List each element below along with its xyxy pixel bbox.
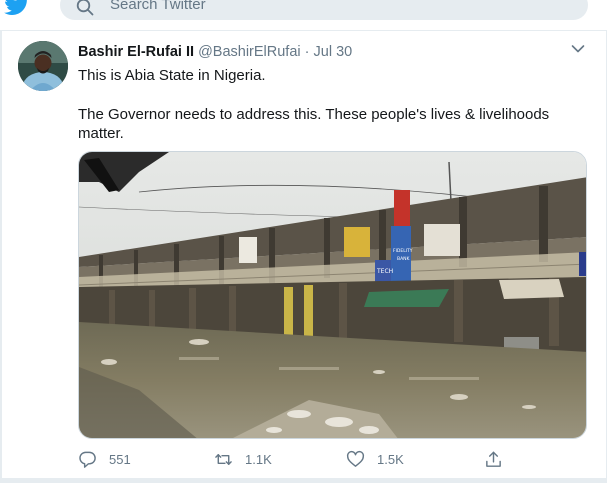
tweet-header: Bashir El-Rufai II @BashirElRufai · Jul … — [78, 43, 352, 61]
retweet-count: 1.1K — [245, 451, 272, 467]
divider — [0, 478, 607, 483]
author-handle[interactable]: @BashirElRufai — [198, 44, 301, 60]
tweet-text: This is Abia State in Nigeria. The Gover… — [78, 66, 578, 144]
like-count: 1.5K — [377, 451, 404, 467]
author-name[interactable]: Bashir El-Rufai II — [78, 44, 194, 60]
search-input[interactable]: Search Twitter — [60, 0, 588, 20]
top-bar: Search Twitter — [0, 0, 607, 30]
tweet-text-line: The Governor needs to address this. Thes… — [78, 105, 550, 143]
search-placeholder: Search Twitter — [110, 0, 206, 13]
twitter-bird-icon[interactable] — [4, 0, 30, 16]
reply-icon — [79, 451, 96, 468]
search-icon — [76, 0, 94, 16]
share-icon — [486, 451, 501, 467]
reply-button[interactable]: 551 — [78, 448, 131, 470]
sign-text: FIDELITY — [393, 248, 413, 254]
divider — [0, 30, 607, 31]
separator: · — [304, 44, 310, 60]
sign-text: TECH — [376, 268, 393, 275]
retweet-icon — [215, 453, 232, 465]
like-button[interactable]: 1.5K — [346, 448, 404, 470]
reply-count: 551 — [109, 451, 131, 467]
column-border — [0, 30, 2, 483]
tweet-photo[interactable]: TECH FIDELITY BANK — [78, 151, 587, 439]
chevron-down-icon[interactable] — [571, 44, 585, 54]
retweet-button[interactable]: 1.1K — [214, 448, 272, 470]
tweet-actions: 551 1.1K 1.5K — [78, 448, 508, 470]
flooded-market-photo: TECH FIDELITY BANK — [79, 152, 586, 438]
tweet-text-line: This is Abia State in Nigeria. — [78, 67, 266, 84]
share-button[interactable] — [484, 448, 503, 470]
sign-text: BANK — [397, 256, 411, 262]
heart-icon — [346, 450, 365, 467]
tweet-date[interactable]: Jul 30 — [314, 44, 353, 60]
avatar-photo — [18, 41, 68, 91]
avatar[interactable] — [18, 41, 68, 91]
